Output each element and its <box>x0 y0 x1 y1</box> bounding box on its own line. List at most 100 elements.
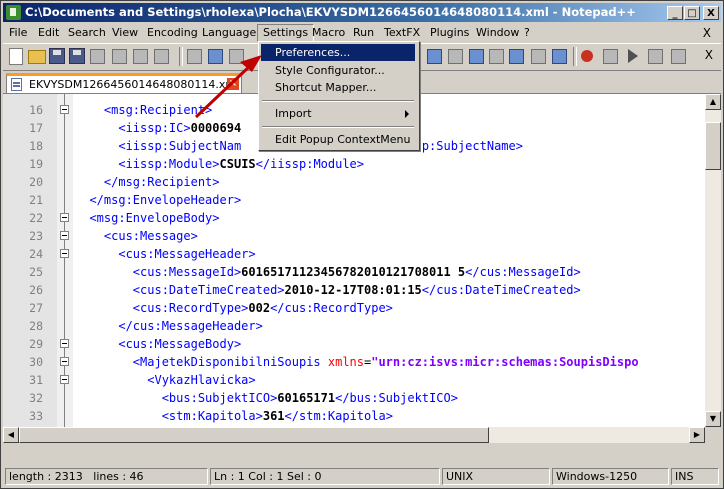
close-all-icon[interactable] <box>112 49 127 64</box>
code-line[interactable]: 26 <cus:DateTimeCreated>2010-12-17T08:01… <box>3 281 703 299</box>
menu-settings[interactable]: Settings <box>257 24 315 42</box>
paste-icon[interactable] <box>229 49 244 64</box>
length-value: length : 2313 <box>9 470 83 483</box>
code-line[interactable]: 25 <cus:MessageId>6016517112345678201012… <box>3 263 703 281</box>
code-line[interactable]: 32 <bus:SubjektICO>60165171</bus:Subjekt… <box>3 389 703 407</box>
code-line[interactable]: 23 <cus:Message> <box>3 227 703 245</box>
horizontal-scroll-thumb[interactable] <box>19 427 489 443</box>
minimize-button[interactable]: _ <box>667 6 683 20</box>
maximize-button[interactable]: □ <box>684 6 700 20</box>
code-line[interactable]: 24 <cus:MessageHeader> <box>3 245 703 263</box>
fold-toggle-icon[interactable] <box>60 231 69 240</box>
copy-icon[interactable] <box>208 49 223 64</box>
menu-window[interactable]: Window <box>476 26 519 39</box>
scroll-down-icon[interactable]: ▼ <box>705 411 721 427</box>
line-number: 22 <box>29 211 43 225</box>
code-line[interactable]: 20 </msg:Recipient> <box>3 173 703 191</box>
zoom-out-icon[interactable] <box>552 49 567 64</box>
line-number: 31 <box>29 373 43 387</box>
line-number: 26 <box>29 283 43 297</box>
menu-edit[interactable]: Edit <box>38 26 59 39</box>
xml-file-icon <box>11 78 22 91</box>
code-text: <iissp:IC>0000694 <box>118 121 242 135</box>
word-wrap-icon[interactable] <box>448 49 463 64</box>
code-text: <iissp:Module>CSUIS</iissp:Module> <box>118 157 365 171</box>
notepadpp-app-icon[interactable] <box>6 5 21 20</box>
line-number: 21 <box>29 193 43 207</box>
new-file-icon[interactable] <box>9 48 23 65</box>
menu-item-import[interactable]: Import <box>261 105 415 122</box>
zoom-in-icon[interactable] <box>531 49 546 64</box>
menu-textfx[interactable]: TextFX <box>384 26 420 39</box>
close-document-button[interactable]: X <box>703 26 711 40</box>
run-macro-multiple-icon[interactable] <box>648 49 663 64</box>
menu-macro[interactable]: Macro <box>312 26 345 39</box>
status-length: length : 2313 lines : 46 <box>5 468 208 485</box>
menu-item-style-configurator[interactable]: Style Configurator... <box>261 62 415 79</box>
show-all-chars-icon[interactable] <box>469 49 484 64</box>
save-all-icon[interactable] <box>69 48 85 64</box>
sync-scroll-icon[interactable] <box>427 49 442 64</box>
indent-guide-icon[interactable] <box>489 49 504 64</box>
tab-close-icon[interactable]: × <box>227 78 239 90</box>
menu-encoding[interactable]: Encoding <box>147 26 198 39</box>
title-bar[interactable]: C:\Documents and Settings\rholexa\Plocha… <box>3 3 721 22</box>
menu-bar: File Edit Search View Encoding Language … <box>3 23 721 42</box>
code-line[interactable]: 22 <msg:EnvelopeBody> <box>3 209 703 227</box>
menu-view[interactable]: View <box>112 26 138 39</box>
vertical-scroll-thumb[interactable] <box>705 122 721 170</box>
menu-search[interactable]: Search <box>68 26 106 39</box>
menu-help[interactable]: ? <box>524 26 530 39</box>
menu-plugins[interactable]: Plugins <box>430 26 469 39</box>
menu-language[interactable]: Language <box>202 26 256 39</box>
line-number: 27 <box>29 301 43 315</box>
paragraph-icon[interactable] <box>509 49 524 64</box>
status-position: Ln : 1 Col : 1 Sel : 0 <box>210 468 440 485</box>
toolbar-close-icon[interactable]: X <box>705 48 713 62</box>
menu-run[interactable]: Run <box>353 26 374 39</box>
fold-toggle-icon[interactable] <box>60 249 69 258</box>
menu-item-preferences[interactable]: Preferences... <box>261 44 415 61</box>
code-line[interactable]: 29 <cus:MessageBody> <box>3 335 703 353</box>
code-text: <bus:SubjektICO>60165171</bus:SubjektICO… <box>161 391 458 405</box>
tab-label: EKVYSDM1266456014648080114.xml <box>29 78 240 91</box>
close-file-icon[interactable] <box>90 49 105 64</box>
fold-toggle-icon[interactable] <box>60 213 69 222</box>
menu-item-shortcut-mapper[interactable]: Shortcut Mapper... <box>261 79 415 96</box>
horizontal-scrollbar[interactable]: ◀ ▶ <box>3 427 705 443</box>
fold-toggle-icon[interactable] <box>60 105 69 114</box>
scroll-right-icon[interactable]: ▶ <box>689 427 705 443</box>
code-text: <cus:RecordType>002</cus:RecordType> <box>132 301 393 315</box>
stop-recording-icon[interactable] <box>603 49 618 64</box>
code-line[interactable]: 27 <cus:RecordType>002</cus:RecordType> <box>3 299 703 317</box>
cut-icon[interactable] <box>187 49 202 64</box>
tab-document[interactable]: EKVYSDM1266456014648080114.xml × <box>6 73 242 93</box>
fold-toggle-icon[interactable] <box>60 339 69 348</box>
line-number: 23 <box>29 229 43 243</box>
save-macro-icon[interactable] <box>671 49 686 64</box>
record-macro-icon[interactable] <box>581 50 593 62</box>
code-line[interactable]: 33 <stm:Kapitola>361</stm:Kapitola> <box>3 407 703 425</box>
vertical-scrollbar[interactable]: ▲ ▼ <box>705 94 721 427</box>
line-number: 17 <box>29 121 43 135</box>
fold-toggle-icon[interactable] <box>60 375 69 384</box>
status-insert-mode: INS <box>671 468 719 485</box>
menu-item-edit-popup-contextmenu[interactable]: Edit Popup ContextMenu <box>261 131 415 148</box>
code-line[interactable]: 19 <iissp:Module>CSUIS</iissp:Module> <box>3 155 703 173</box>
code-line[interactable]: 30 <MajetekDisponibilniSoupis xmlns="urn… <box>3 353 703 371</box>
settings-dropdown-menu: Preferences... Style Configurator... Sho… <box>258 41 420 151</box>
menu-file[interactable]: File <box>9 26 27 39</box>
print-icon[interactable] <box>133 49 148 64</box>
fold-toggle-icon[interactable] <box>60 357 69 366</box>
open-file-icon[interactable] <box>28 50 46 64</box>
print-preview-icon[interactable] <box>154 49 169 64</box>
play-macro-icon[interactable] <box>628 49 638 63</box>
scroll-up-icon[interactable]: ▲ <box>705 94 721 110</box>
code-line[interactable]: 28 </cus:MessageHeader> <box>3 317 703 335</box>
close-window-button[interactable]: X <box>703 6 719 20</box>
code-line[interactable]: 31 <VykazHlavicka> <box>3 371 703 389</box>
import-label: Import <box>275 107 312 120</box>
save-icon[interactable] <box>49 48 65 64</box>
scroll-left-icon[interactable]: ◀ <box>3 427 19 443</box>
code-line[interactable]: 21 </msg:EnvelopeHeader> <box>3 191 703 209</box>
